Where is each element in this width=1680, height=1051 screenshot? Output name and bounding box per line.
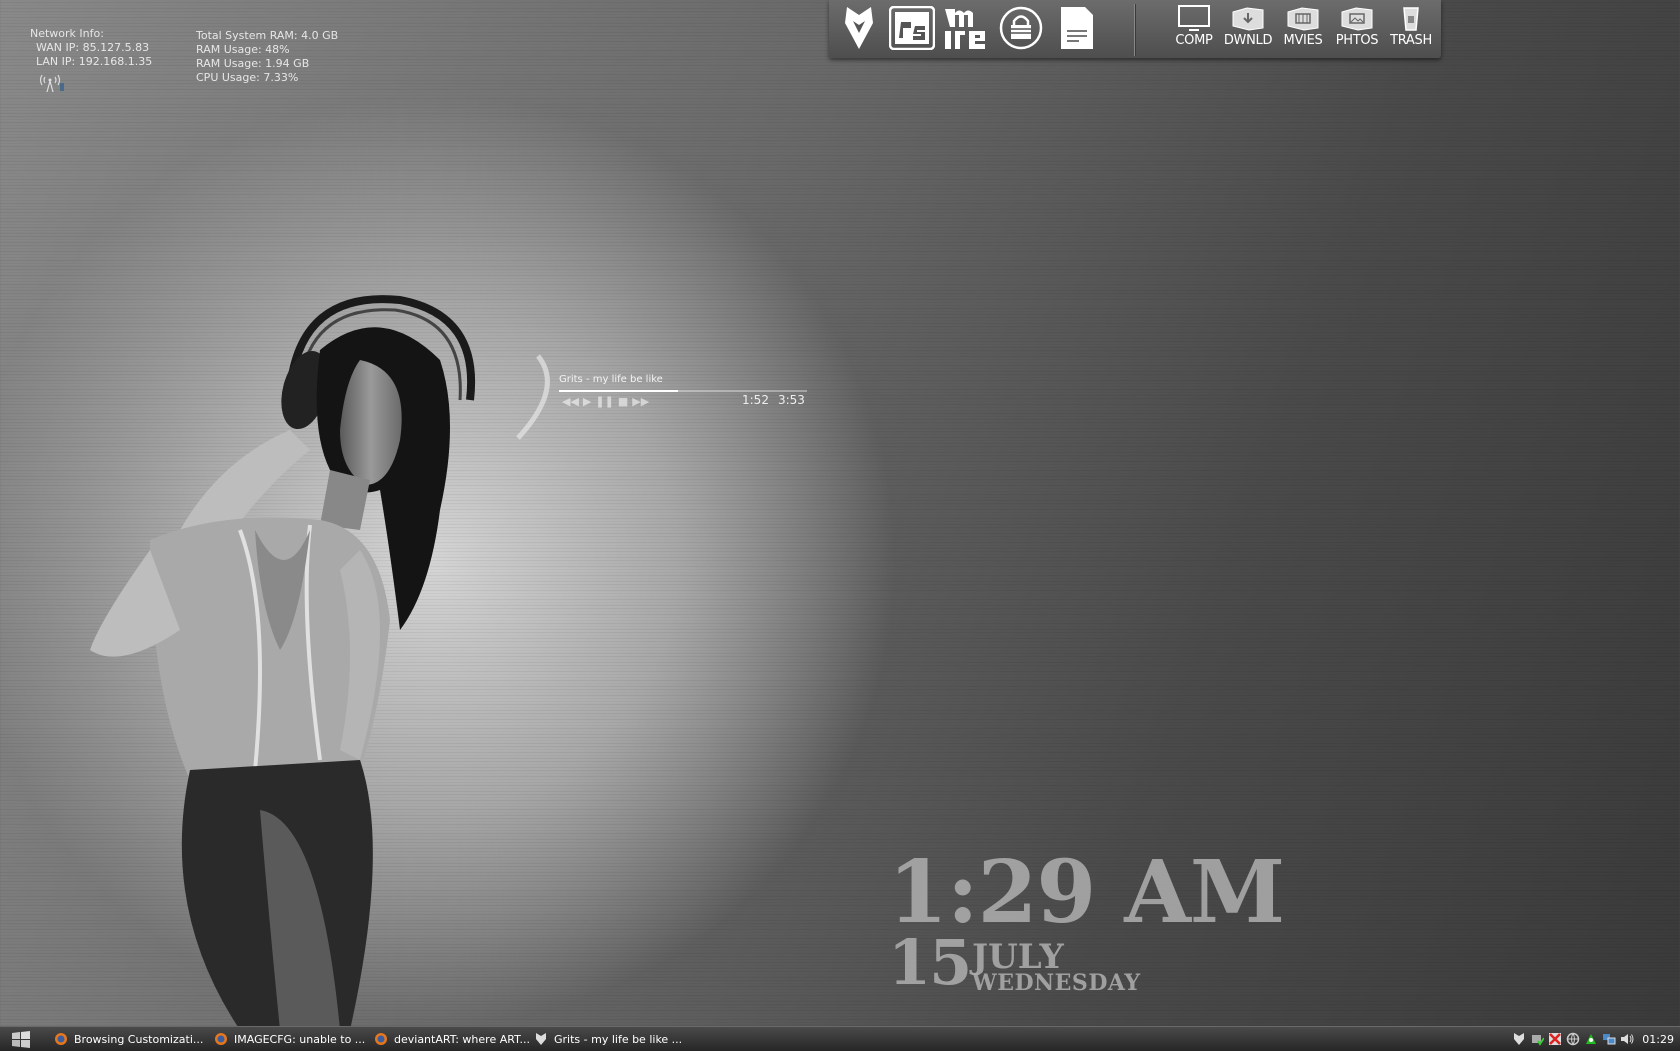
taskbar-item-firefox-2[interactable]: IMAGECFG: unable to ... (214, 1029, 365, 1049)
folder-mvies[interactable]: MVIES (1276, 4, 1330, 50)
rewind-icon[interactable]: ◀◀ (562, 395, 579, 408)
firefox-icon (375, 1033, 387, 1045)
network-connection-icon[interactable] (1602, 1032, 1616, 1046)
taskbar-item-media-player[interactable]: Grits - my life be like ... (534, 1029, 682, 1049)
taskbar-item-firefox-3[interactable]: deviantART: where ART... (374, 1029, 530, 1049)
folder-dwnld[interactable]: DWNLD (1221, 4, 1275, 50)
firefox-icon (215, 1033, 227, 1045)
network-heading: Network Info: (30, 27, 104, 40)
music-player-widget: Grits - my life be like ◀◀ ▶ ❚❚ ■ ▶▶ 1:5… (510, 352, 810, 442)
document-app-icon[interactable] (1053, 4, 1101, 52)
wan-ip: WAN IP: 85.127.5.83 (36, 41, 150, 54)
total-ram-text: Total System RAM: 4.0 GB (196, 29, 339, 42)
progress-bar[interactable] (559, 390, 807, 392)
folder-comp-label: COMP (1175, 33, 1213, 48)
wallpaper-figure (90, 295, 476, 1030)
folder-mvies-label: MVIES (1283, 33, 1323, 48)
network-info-widget: Network Info: WAN IP: 85.127.5.83 LAN IP… (30, 27, 153, 93)
fox-player-icon (536, 1033, 546, 1045)
safely-remove-hardware-icon[interactable] (1530, 1032, 1545, 1046)
ram-percent-text: RAM Usage: 48% (196, 43, 290, 56)
movies-folder-icon (1287, 7, 1319, 31)
taskbar: Browsing Customizati... IMAGECFG: unable… (0, 1026, 1680, 1051)
taskbar-clock[interactable]: 01:29 (1642, 1033, 1674, 1046)
player-arc-decoration (516, 354, 550, 440)
trash-icon (1403, 7, 1419, 31)
clock-time: 1:29 AM (888, 842, 1285, 943)
lock-app-icon[interactable] (997, 4, 1045, 52)
progress-fill (559, 390, 679, 392)
taskbar-item-label: Browsing Customizati... (74, 1032, 204, 1046)
taskbar-item-label: Grits - my life be like ... (554, 1032, 683, 1046)
cpu-usage-text: CPU Usage: 7.33% (196, 71, 299, 84)
photoshop-app-icon[interactable] (888, 4, 936, 52)
taskbar-item-firefox-1[interactable]: Browsing Customizati... (54, 1029, 203, 1049)
folder-trash[interactable]: TRASH (1384, 4, 1438, 50)
clock-weekday: WEDNESDAY (972, 970, 1141, 996)
computer-icon (1178, 5, 1210, 31)
fast-forward-icon[interactable]: ▶▶ (632, 395, 649, 408)
wireless-signal-icon (39, 74, 64, 93)
folder-phtos[interactable]: PHTOS (1330, 4, 1384, 50)
system-info-widget: Total System RAM: 4.0 GB RAM Usage: 48% … (196, 29, 338, 85)
green-app-tray-icon[interactable] (1584, 1032, 1598, 1046)
mirc-app-icon[interactable] (942, 4, 990, 52)
antivirus-alert-icon[interactable] (1548, 1032, 1562, 1046)
play-icon[interactable]: ▶ (583, 395, 591, 408)
player-controls: ◀◀ ▶ ❚❚ ■ ▶▶ (562, 395, 649, 408)
track-title: Grits - my life be like (559, 374, 663, 385)
desktop-clock-widget: 1:29 AM 15 JULY WEDNESDAY (888, 842, 1285, 995)
pause-icon[interactable]: ❚❚ (595, 395, 613, 408)
firefox-icon (55, 1033, 67, 1045)
taskbar-item-label: IMAGECFG: unable to ... (234, 1032, 366, 1046)
ram-gb-text: RAM Usage: 1.94 GB (196, 57, 310, 70)
folder-phtos-label: PHTOS (1335, 33, 1379, 48)
dock-separator (1134, 4, 1135, 56)
start-button-windows-icon[interactable] (10, 1030, 32, 1048)
dock: COMP DWNLD MVIES PHTOS TRASH (829, 0, 1441, 58)
folder-trash-label: TRASH (1390, 33, 1432, 48)
elapsed-time: 1:52 (742, 393, 769, 407)
network-globe-icon[interactable] (1566, 1032, 1580, 1046)
total-time: 3:53 (777, 393, 805, 407)
volume-icon[interactable] (1620, 1032, 1634, 1046)
player-times: 1:52 3:53 (742, 393, 814, 407)
fox-tray-icon[interactable] (1512, 1032, 1526, 1046)
stop-icon[interactable]: ■ (618, 395, 628, 408)
folder-comp[interactable]: COMP (1167, 4, 1221, 50)
system-tray: 01:29 (1512, 1027, 1680, 1051)
fox-app-icon[interactable] (835, 4, 883, 52)
download-folder-icon (1232, 7, 1264, 31)
clock-day: 15 (888, 926, 972, 999)
folder-dwnld-label: DWNLD (1223, 33, 1273, 48)
lan-ip: LAN IP: 192.168.1.35 (36, 55, 153, 68)
taskbar-item-label: deviantART: where ART... (394, 1032, 530, 1046)
photos-folder-icon (1341, 7, 1373, 31)
clock-month: JULY (972, 937, 1064, 977)
